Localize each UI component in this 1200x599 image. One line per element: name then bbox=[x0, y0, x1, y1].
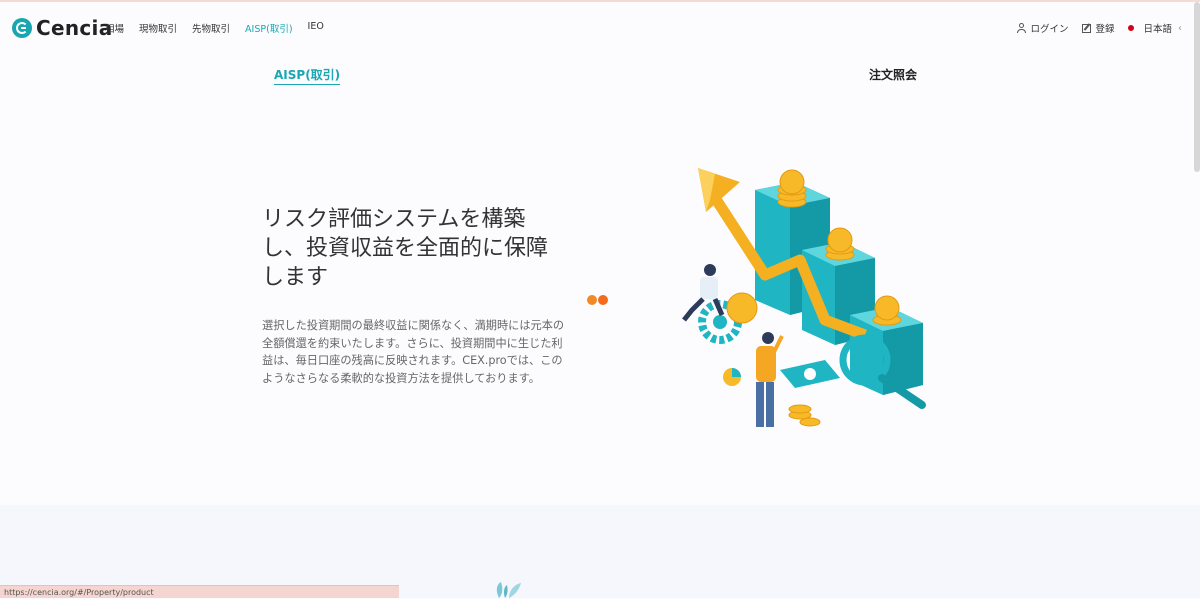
edit-icon bbox=[1082, 23, 1092, 33]
language-selector[interactable]: 日本語 ‹ bbox=[1128, 21, 1182, 35]
leaf-icon bbox=[496, 582, 521, 598]
chevron-left-icon: ‹ bbox=[1178, 22, 1182, 34]
status-bar-url: https://cencia.org/#/Property/product bbox=[0, 585, 399, 598]
japan-flag-icon bbox=[1128, 25, 1135, 31]
hero-title: リスク評価システムを構築し、投資収益を全面的に保障します bbox=[262, 207, 549, 290]
register-link[interactable]: 登録 bbox=[1082, 21, 1114, 35]
header: Cencia 相場 現物取引 先物取引 AISP(取引) IEO ログイン 登録… bbox=[0, 2, 1200, 50]
tab-aisp[interactable]: AISP(取引) bbox=[274, 66, 341, 85]
investment-illustration bbox=[682, 168, 926, 427]
user-icon bbox=[1017, 23, 1027, 33]
login-link[interactable]: ログイン bbox=[1017, 21, 1068, 35]
logo[interactable]: Cencia bbox=[12, 16, 113, 40]
main-nav: 相場 現物取引 先物取引 AISP(取引) IEO bbox=[105, 21, 339, 35]
brand-name: Cencia bbox=[36, 16, 113, 40]
scrollbar-thumb[interactable] bbox=[1194, 2, 1200, 172]
nav-item-spot[interactable]: 現物取引 bbox=[139, 21, 177, 35]
tab-orders[interactable]: 注文照会 bbox=[869, 66, 917, 83]
language-label: 日本語 bbox=[1143, 24, 1172, 35]
hero-description: 選択した投資期間の最終収益に関係なく、満期時には元本の全額償還を約束いたします。… bbox=[262, 319, 565, 385]
nav-item-ieo[interactable]: IEO bbox=[308, 21, 324, 35]
carousel-dot[interactable] bbox=[598, 295, 608, 305]
header-right: ログイン 登録 日本語 ‹ bbox=[1003, 21, 1182, 35]
carousel-dot[interactable] bbox=[587, 295, 597, 305]
carousel-dots[interactable] bbox=[587, 295, 609, 305]
nav-item-futures[interactable]: 先物取引 bbox=[192, 21, 230, 35]
logo-icon bbox=[12, 18, 32, 38]
login-label: ログイン bbox=[1030, 24, 1069, 35]
register-label: 登録 bbox=[1095, 24, 1115, 35]
nav-item-market[interactable]: 相場 bbox=[105, 21, 124, 35]
nav-item-aisp[interactable]: AISP(取引) bbox=[245, 21, 292, 35]
